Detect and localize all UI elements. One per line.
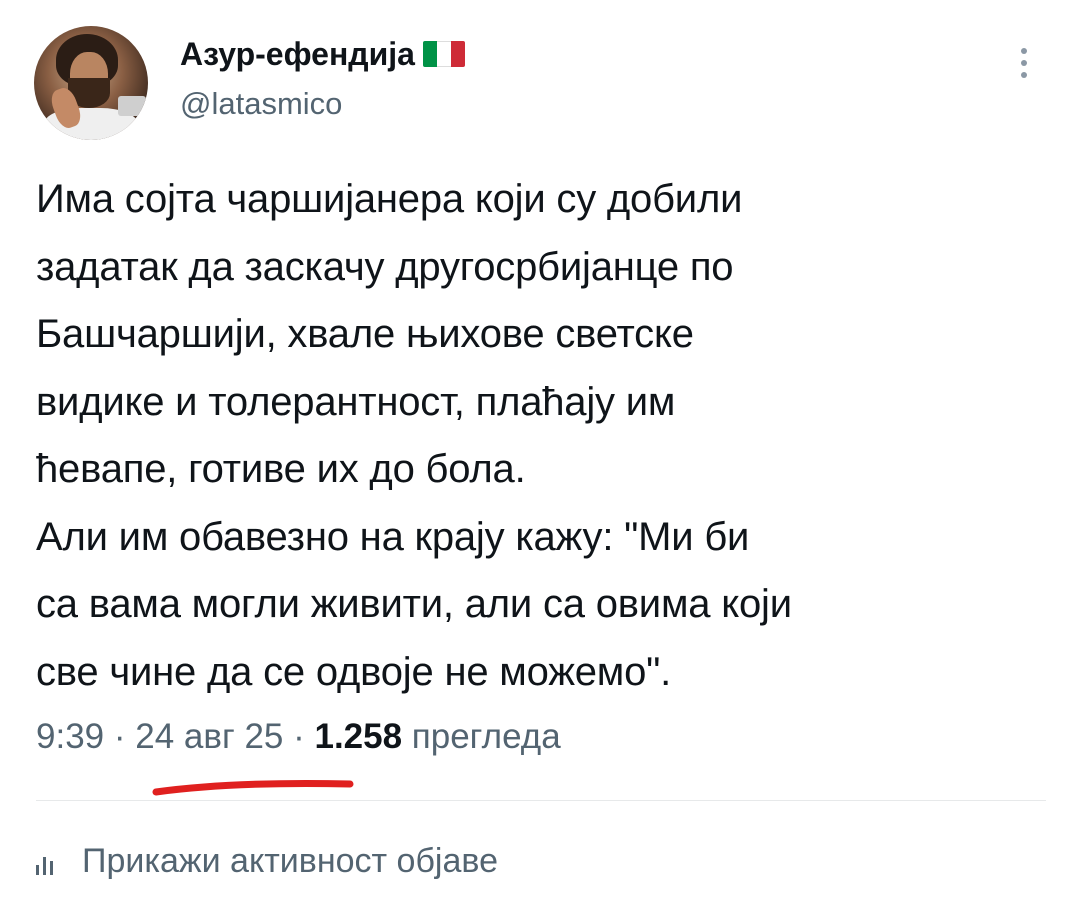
meta-separator: ·: [283, 717, 315, 756]
bar-chart-icon: [36, 849, 62, 875]
activity-label: Прикажи активност објаве: [82, 842, 498, 880]
display-name-text: Азур-ефендија: [180, 36, 415, 72]
view-post-activity-button[interactable]: Прикажи активност објаве: [36, 842, 498, 881]
views-label: прегледа: [402, 717, 561, 756]
tweet-meta: 9:39 · 24 авг 25 · 1.258 прегледа: [36, 717, 561, 757]
views-count: 1.258: [314, 717, 403, 756]
red-underline-annotation: [152, 779, 354, 796]
italy-flag-icon: [422, 40, 465, 67]
more-options-button[interactable]: [1014, 48, 1034, 84]
avatar[interactable]: [34, 26, 148, 140]
more-vertical-icon: [1014, 48, 1034, 78]
tweet-text: Има сојта чаршијанера који су добили зад…: [36, 177, 792, 694]
avatar-background-sign: [118, 96, 146, 116]
author-display-name[interactable]: Азур-ефендија: [180, 36, 465, 73]
divider: [36, 800, 1046, 801]
tweet-time[interactable]: 9:39: [36, 717, 104, 756]
meta-separator: ·: [104, 717, 136, 756]
tweet-date[interactable]: 24 авг 25: [135, 717, 283, 756]
author-handle[interactable]: @latasmico: [180, 86, 342, 122]
